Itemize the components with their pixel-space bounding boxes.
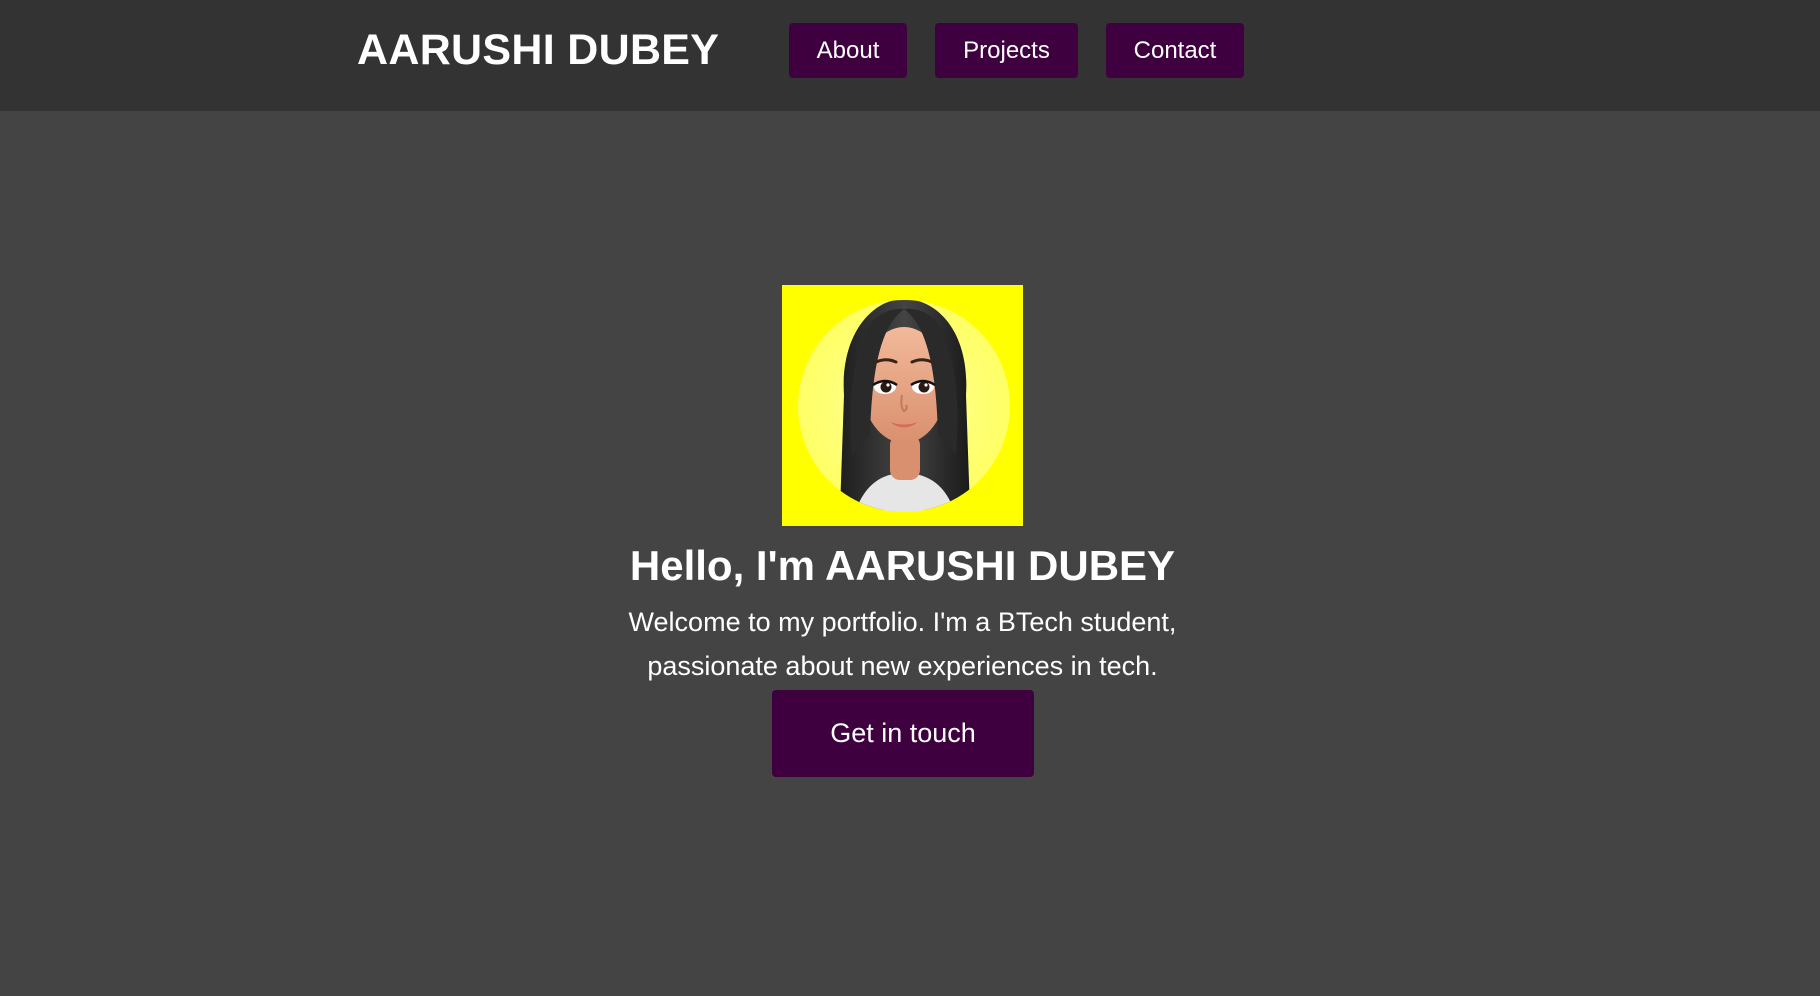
hero-description-line-1: Welcome to my portfolio. I'm a BTech stu… (628, 607, 1177, 637)
nav-about-button[interactable]: About (789, 23, 907, 78)
hero-description: Welcome to my portfolio. I'm a BTech stu… (0, 600, 1805, 688)
avatar (782, 285, 1023, 526)
site-brand: AARUSHI DUBEY (357, 26, 720, 74)
avatar-illustration-icon (798, 300, 1010, 512)
nav-projects-button[interactable]: Projects (935, 23, 1078, 78)
hero-title: Hello, I'm AARUSHI DUBEY (629, 542, 1176, 589)
hero-description-line-2: passionate about new experiences in tech… (647, 651, 1158, 681)
site-header: AARUSHI DUBEY About Projects Contact (0, 0, 1820, 111)
nav-contact-button[interactable]: Contact (1106, 23, 1244, 78)
get-in-touch-button[interactable]: Get in touch (772, 690, 1034, 777)
